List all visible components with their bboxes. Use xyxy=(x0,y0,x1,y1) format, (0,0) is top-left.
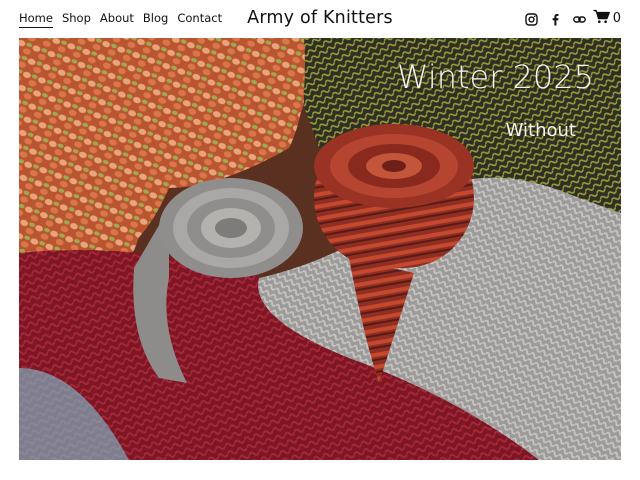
hero-banner: Winter 2025 Without xyxy=(19,38,621,460)
cart-count: 0 xyxy=(612,11,621,26)
site-header: Home Shop About Blog Contact Army of Kni… xyxy=(0,0,640,38)
link-icon[interactable] xyxy=(573,11,586,24)
hero-title: Winter 2025 xyxy=(396,58,594,96)
social-links xyxy=(525,11,586,26)
facebook-icon[interactable] xyxy=(549,11,562,26)
instagram-icon[interactable] xyxy=(525,11,538,26)
cart-icon xyxy=(593,9,610,28)
hero-image xyxy=(19,38,621,460)
hero-subtitle: Without xyxy=(505,120,576,141)
cart-button[interactable]: 0 xyxy=(593,9,621,28)
